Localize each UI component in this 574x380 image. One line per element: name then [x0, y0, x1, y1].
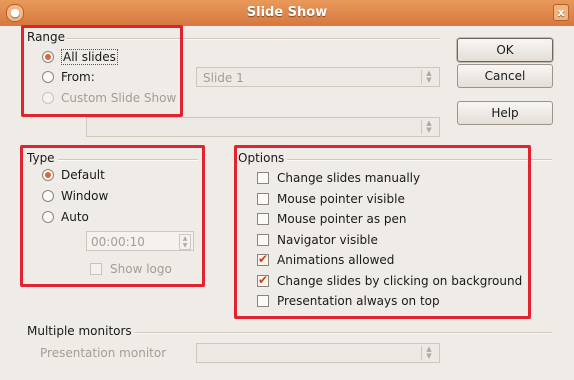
- window-title: Slide Show: [246, 5, 328, 20]
- monitors-divider: [134, 332, 552, 334]
- highlight-box-range: [21, 25, 183, 117]
- custom-slide-show-arrows-icon: ▲ ▼: [421, 120, 436, 134]
- from-slide-value: Slide 1: [203, 71, 244, 85]
- highlight-box-options: [234, 145, 531, 319]
- cancel-button[interactable]: Cancel: [457, 64, 553, 88]
- help-button-label: Help: [491, 106, 519, 120]
- presentation-monitor-label: Presentation monitor: [40, 346, 167, 360]
- from-slide-select[interactable]: Slide 1 ▲ ▼: [196, 67, 440, 87]
- custom-slide-show-select[interactable]: ▲ ▼: [86, 117, 440, 137]
- monitors-frame-title: Multiple monitors: [27, 324, 132, 338]
- help-button[interactable]: Help: [457, 101, 553, 125]
- presentation-monitor-arrows-icon: ▲ ▼: [421, 346, 436, 360]
- ok-button[interactable]: OK: [457, 38, 553, 62]
- title-bar: ● Slide Show x: [0, 0, 574, 26]
- presentation-monitor-select[interactable]: ▲ ▼: [196, 343, 440, 363]
- from-slide-arrows-icon: ▲ ▼: [421, 70, 436, 84]
- close-icon[interactable]: x: [553, 4, 569, 21]
- highlight-box-type: [20, 145, 205, 287]
